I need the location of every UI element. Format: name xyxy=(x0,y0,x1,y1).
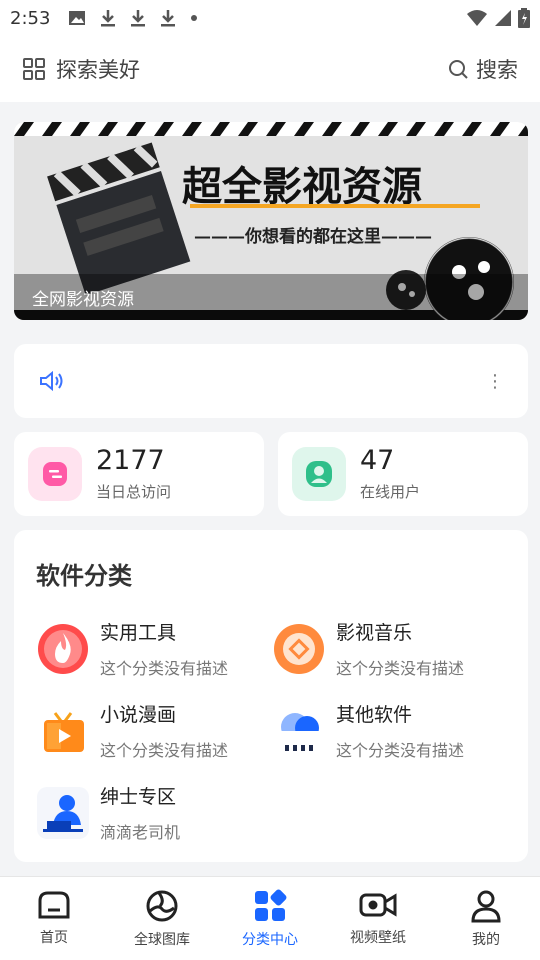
banner-caption: 全网影视资源 xyxy=(14,274,528,320)
banner-headline: 超全影视资源 xyxy=(182,163,422,210)
stat-card-visits: 2177 当日总访问 xyxy=(14,432,264,516)
download-icon xyxy=(161,10,176,27)
tab-video-wallpaper[interactable]: 视频壁纸 xyxy=(324,877,432,960)
category-tools[interactable]: 实用工具 这个分类没有描述 xyxy=(36,618,228,679)
category-name: 影视音乐 xyxy=(336,622,413,644)
category-name: 其他软件 xyxy=(336,704,413,726)
cloud-rain-icon xyxy=(272,704,326,758)
stat-card-online-users: 47 在线用户 xyxy=(278,432,528,516)
stat-value: 47 xyxy=(360,444,395,476)
category-gentleman[interactable]: 绅士专区 滴滴老司机 xyxy=(36,782,180,843)
category-desc: 这个分类没有描述 xyxy=(100,659,229,678)
diamond-icon xyxy=(272,622,326,676)
user-icon xyxy=(292,447,346,501)
category-desc: 这个分类没有描述 xyxy=(100,741,229,760)
category-name: 绅士专区 xyxy=(100,786,177,808)
wifi-icon xyxy=(467,10,487,26)
dot-icon xyxy=(191,15,198,21)
category-grid-icon xyxy=(255,889,287,921)
image-icon xyxy=(69,11,86,25)
section-title: 软件分类 xyxy=(36,562,132,590)
category-desc: 这个分类没有描述 xyxy=(336,741,465,760)
globe-icon xyxy=(146,890,178,922)
tab-label: 我的 xyxy=(472,932,500,948)
tab-label: 首页 xyxy=(40,930,68,946)
category-desc: 滴滴老司机 xyxy=(100,823,181,842)
status-bar: 2:53 xyxy=(0,0,540,36)
category-novel-comic[interactable]: 小说漫画 这个分类没有描述 xyxy=(36,700,228,761)
speaker-icon xyxy=(40,370,63,392)
category-video-music[interactable]: 影视音乐 这个分类没有描述 xyxy=(272,618,464,679)
stat-label: 当日总访问 xyxy=(96,483,172,502)
software-categories: 软件分类 实用工具 这个分类没有描述 影视音乐 这个分类没有描述 小说漫画 这个… xyxy=(14,530,528,862)
status-time: 2:53 xyxy=(10,7,51,29)
tab-label: 视频壁纸 xyxy=(350,930,406,946)
battery-icon xyxy=(518,8,530,28)
category-desc: 这个分类没有描述 xyxy=(336,659,465,678)
bottom-tab-bar: 首页 全球图库 分类中心 视频壁纸 我的 xyxy=(0,876,540,960)
category-name: 实用工具 xyxy=(100,622,177,644)
tab-mine[interactable]: 我的 xyxy=(432,877,540,960)
notice-bar[interactable]: ⋮ xyxy=(14,344,528,418)
tab-label: 全球图库 xyxy=(134,932,190,948)
download-icon xyxy=(101,10,116,27)
tab-category-center[interactable]: 分类中心 xyxy=(216,877,324,960)
top-header: 探索美好 搜索 xyxy=(0,36,540,102)
grid-icon[interactable] xyxy=(22,57,46,81)
tab-label: 分类中心 xyxy=(242,932,298,948)
visits-icon xyxy=(28,447,82,501)
tab-global-gallery[interactable]: 全球图库 xyxy=(108,877,216,960)
person-icon xyxy=(471,890,501,923)
category-other-software[interactable]: 其他软件 这个分类没有描述 xyxy=(272,700,464,761)
brand: 探索美好 xyxy=(22,54,140,84)
search-icon xyxy=(449,60,468,79)
stat-label: 在线用户 xyxy=(360,483,421,502)
category-name: 小说漫画 xyxy=(100,704,177,726)
search-button[interactable]: 搜索 xyxy=(448,54,518,84)
more-icon[interactable]: ⋮ xyxy=(486,371,504,392)
stat-value: 2177 xyxy=(96,444,165,476)
brand-title: 探索美好 xyxy=(56,58,140,82)
flame-icon xyxy=(36,622,90,676)
download-icon xyxy=(131,10,146,27)
laptop-user-icon xyxy=(36,786,90,840)
video-camera-icon xyxy=(359,893,397,917)
search-label: 搜索 xyxy=(476,58,518,82)
banner-tagline: ———你想看的都在这里——— xyxy=(194,226,432,247)
signal-icon xyxy=(495,10,511,26)
tab-home[interactable]: 首页 xyxy=(0,877,108,960)
tv-icon xyxy=(36,704,90,758)
home-icon xyxy=(38,891,70,919)
banner-carousel[interactable]: 超全影视资源 ———你想看的都在这里——— 全网影视资源 xyxy=(14,122,528,320)
